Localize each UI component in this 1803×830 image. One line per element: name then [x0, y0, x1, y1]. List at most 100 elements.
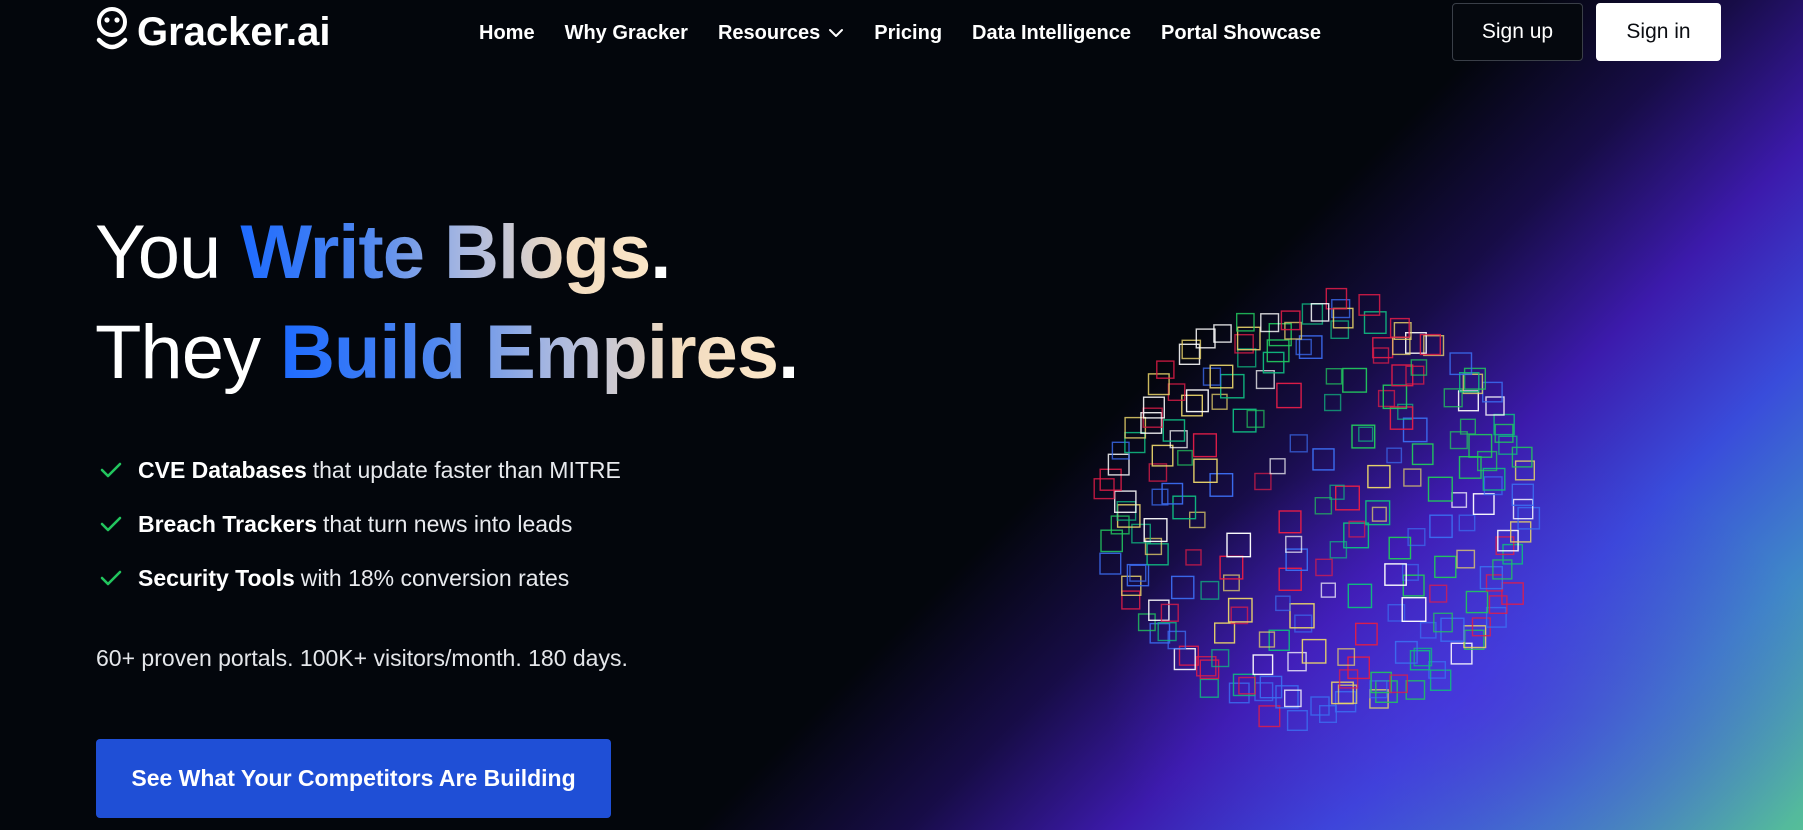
sphere-square [1193, 458, 1218, 483]
sphere-square [1411, 443, 1434, 466]
sphere-square [1268, 323, 1292, 347]
headline-1-prefix: You [95, 210, 241, 295]
sphere-square [1497, 529, 1519, 552]
sphere-square [1318, 705, 1337, 724]
sphere-square [1276, 382, 1302, 409]
sphere-square [1409, 650, 1431, 671]
sphere-square [1479, 566, 1503, 590]
sphere-square [1266, 339, 1290, 363]
sphere-square [1110, 515, 1130, 535]
sphere-square [1485, 396, 1505, 416]
hero-stats: 60+ proven portals. 100K+ visitors/month… [96, 645, 628, 671]
sphere-square [1371, 506, 1387, 522]
headline-2-prefix: They [95, 310, 281, 395]
headline-2-suffix: . [778, 310, 799, 395]
sign-up-button[interactable]: Sign up [1452, 3, 1583, 61]
sphere-square [1185, 549, 1202, 566]
sphere-square [1512, 498, 1534, 520]
sphere-square [1403, 468, 1422, 487]
sphere-square [1285, 535, 1303, 553]
sphere-square [1129, 564, 1147, 582]
sign-in-button[interactable]: Sign in [1596, 3, 1721, 61]
sphere-square [1342, 367, 1368, 393]
sphere-square [1148, 599, 1170, 622]
sphere-square [1213, 622, 1236, 644]
sphere-square [1320, 582, 1336, 598]
sphere-square [1458, 514, 1476, 532]
sphere-square [1188, 511, 1206, 529]
check-icon [98, 567, 124, 589]
sphere-square [1463, 625, 1487, 649]
sphere-square [1295, 338, 1312, 356]
sphere-square [1099, 468, 1122, 491]
sphere-square [1286, 710, 1308, 732]
feature-item: CVE Databases that update faster than MI… [98, 452, 621, 488]
sphere-square [1160, 603, 1179, 622]
sphere-square [1401, 563, 1419, 581]
sphere-square [1494, 423, 1514, 443]
brand-name: Gracker.ai [137, 9, 331, 54]
sphere-square [1147, 373, 1170, 396]
sphere-square [1429, 669, 1452, 692]
sphere-square [1314, 496, 1333, 515]
site-header: Gracker.ai Home Why Gracker Resources Pr… [0, 0, 1803, 66]
sphere-square [1226, 532, 1252, 558]
sphere-square [1238, 676, 1256, 695]
feature-text: that turn news into leads [323, 510, 573, 537]
sphere-square [1334, 485, 1360, 511]
sphere-square [1429, 584, 1448, 603]
sphere-square [1388, 536, 1412, 560]
feature-list: CVE Databases that update faster than MI… [98, 452, 621, 614]
sphere-square [1498, 435, 1518, 455]
sphere-square [1427, 476, 1453, 502]
sphere-square [1312, 448, 1335, 471]
competitors-cta-button[interactable]: See What Your Competitors Are Building [96, 739, 611, 818]
sphere-square [1254, 472, 1272, 491]
sphere-square [1391, 364, 1414, 387]
smiley-ghost-logo-icon [96, 7, 128, 50]
sphere-square [1173, 648, 1196, 671]
brand-logo[interactable]: Gracker.ai [95, 6, 331, 58]
nav-portal-showcase[interactable]: Portal Showcase [1161, 22, 1321, 45]
sphere-square [1294, 614, 1313, 633]
sphere-square [1451, 492, 1468, 508]
feature-text: with 18% conversion rates [300, 564, 570, 591]
sphere-square [1156, 360, 1175, 379]
nav-pricing[interactable]: Pricing [874, 22, 942, 45]
sphere-square [1429, 514, 1453, 539]
sphere-square [1347, 583, 1373, 609]
sphere-square [1170, 575, 1195, 600]
hero-headline-line-1: You Write Blogs. [95, 208, 671, 298]
chevron-down-icon [828, 28, 844, 38]
feature-title: Breach Trackers [138, 510, 318, 537]
sphere-square [1389, 317, 1410, 338]
sphere-square [1434, 555, 1457, 579]
nav-home[interactable]: Home [479, 22, 535, 45]
sphere-square [1181, 339, 1202, 360]
sphere-square [1211, 393, 1228, 410]
sphere-square [1107, 453, 1130, 476]
nav-data-intelligence[interactable]: Data Intelligence [972, 22, 1131, 45]
feature-item: Security Tools with 18% conversion rates [98, 560, 621, 596]
sphere-square [1464, 629, 1485, 650]
sphere-square [1389, 674, 1408, 694]
sphere-square [1456, 549, 1476, 569]
sphere-square [1262, 351, 1285, 374]
sphere-square [1137, 613, 1156, 632]
feature-title: Security Tools [138, 564, 295, 591]
sphere-square [1177, 449, 1193, 466]
feature-item: Breach Trackers that turn news into lead… [98, 506, 621, 542]
sphere-square [1111, 441, 1130, 460]
sphere-square [1124, 416, 1147, 439]
sphere-square [1405, 680, 1426, 700]
headline-1-highlight: Write Blogs [240, 210, 651, 295]
sphere-square [1199, 678, 1219, 698]
sphere-square [1200, 580, 1220, 600]
sphere-square [1211, 649, 1230, 668]
sphere-square [1315, 558, 1333, 577]
sphere-square [1468, 433, 1493, 458]
nav-why-gracker[interactable]: Why Gracker [565, 22, 688, 45]
sphere-square [1275, 595, 1291, 612]
nav-resources[interactable]: Resources [718, 22, 844, 45]
sphere-square [1367, 464, 1391, 489]
